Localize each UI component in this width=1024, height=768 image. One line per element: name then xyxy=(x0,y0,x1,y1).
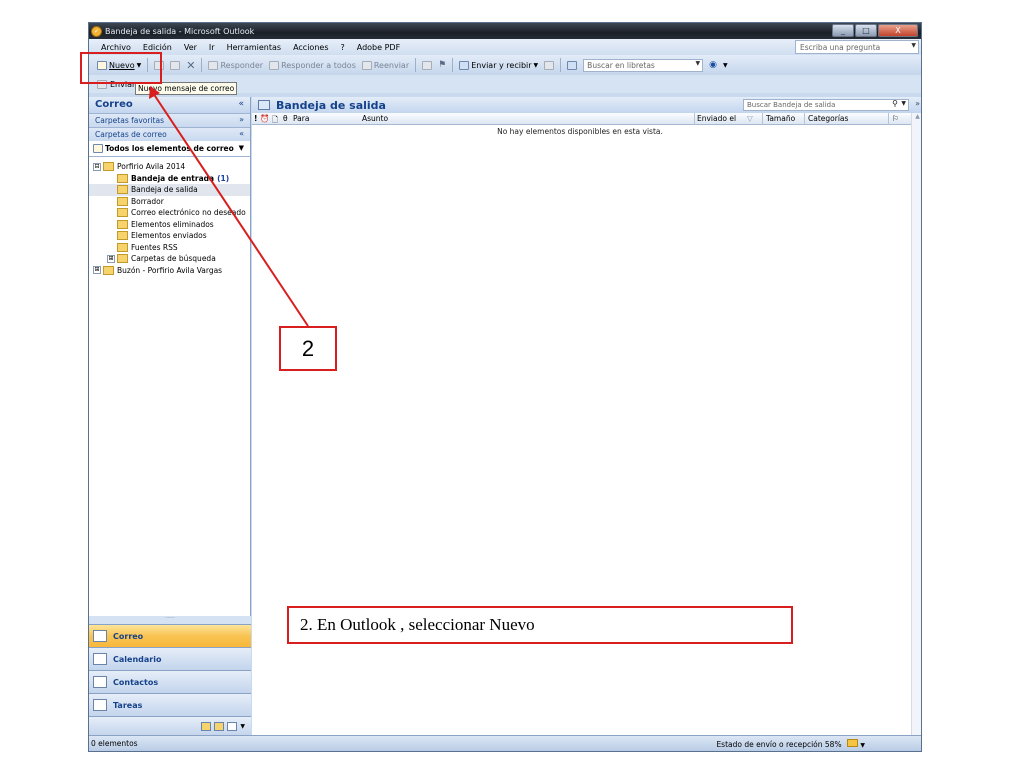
highlight-new-button xyxy=(80,52,162,84)
annotation-arrow xyxy=(149,86,309,327)
step-number-callout: 2 xyxy=(279,326,337,371)
instruction-caption: 2. En Outlook , seleccionar Nuevo xyxy=(287,606,793,644)
arrow-line xyxy=(152,92,309,327)
